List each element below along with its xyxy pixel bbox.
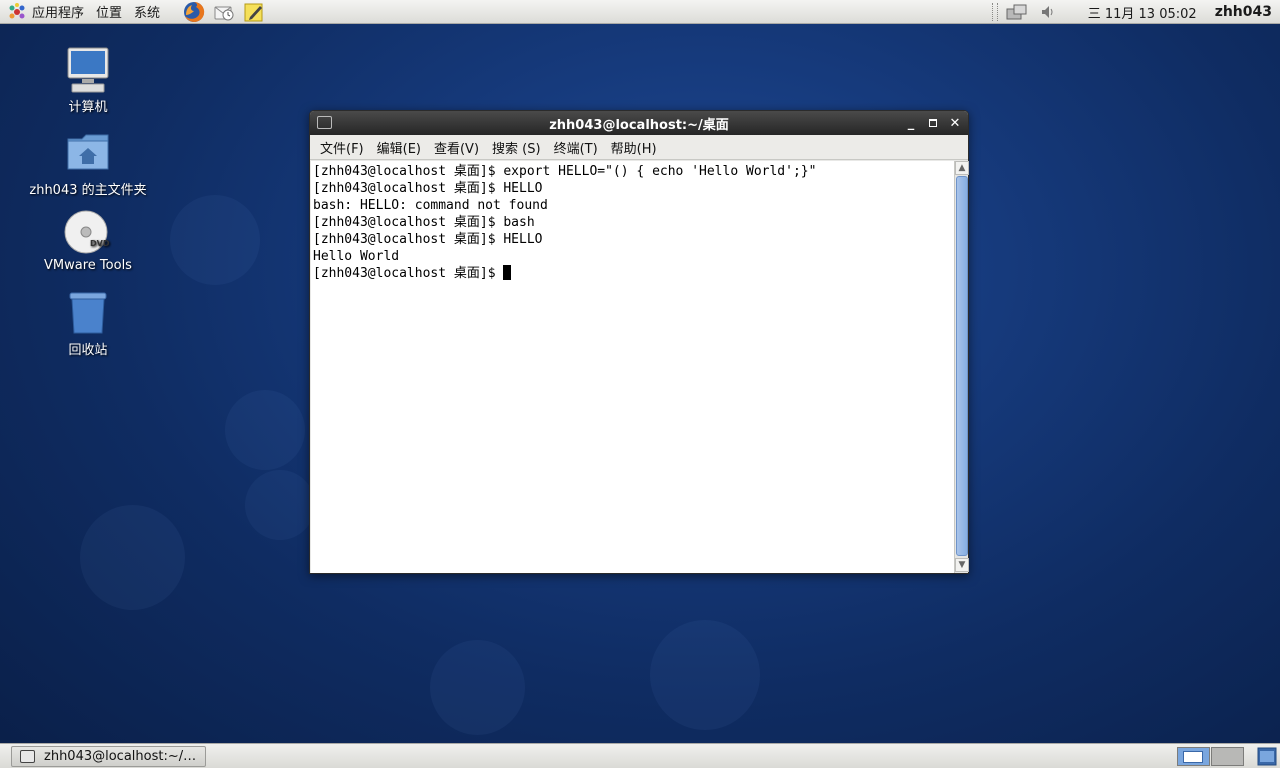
system-menu[interactable]: 系统: [128, 0, 166, 24]
computer-icon: [67, 47, 109, 93]
scroll-down-arrow-icon[interactable]: ▼: [955, 558, 969, 572]
show-desktop-icon[interactable]: [1257, 747, 1277, 766]
wallpaper-bokeh: [80, 505, 185, 610]
menu-terminal[interactable]: 终端(T): [548, 138, 604, 157]
desktop-icon-trash[interactable]: 回收站: [28, 289, 148, 358]
terminal-line: [zhh043@localhost 桌面]$ HELLO: [313, 232, 543, 247]
menu-bar: 文件(F) 编辑(E) 查看(V) 搜索 (S) 终端(T) 帮助(H): [310, 135, 968, 160]
terminal-icon: [317, 116, 332, 129]
workspace-1[interactable]: [1177, 747, 1210, 766]
text-cursor: [503, 265, 512, 280]
terminal-line: [zhh043@localhost 桌面]$ bash: [313, 215, 535, 230]
notes-launcher[interactable]: [242, 0, 266, 24]
wallpaper-bokeh: [245, 470, 315, 540]
places-menu[interactable]: 位置: [90, 0, 128, 24]
wallpaper-bokeh: [430, 640, 525, 735]
desktop-icon-computer[interactable]: 计算机: [28, 46, 148, 115]
mail-launcher[interactable]: [212, 0, 236, 24]
taskbar-button-terminal[interactable]: zhh043@localhost:~/…: [11, 746, 206, 767]
terminal-line: [zhh043@localhost 桌面]$ HELLO: [313, 181, 543, 196]
terminal-window[interactable]: zhh043@localhost:~/桌面 _ ✕ 文件(F) 编辑(E) 查看…: [309, 110, 969, 574]
scroll-thumb[interactable]: [956, 176, 968, 556]
menu-view[interactable]: 查看(V): [428, 138, 485, 157]
dvd-disc-icon: DVD: [64, 210, 110, 254]
desktop-icon-label: 计算机: [68, 100, 108, 115]
menu-help[interactable]: 帮助(H): [605, 138, 663, 157]
workspace-window-preview: [1183, 751, 1203, 763]
applications-menu-label: 应用程序: [32, 6, 85, 21]
network-icon[interactable]: [1006, 3, 1028, 21]
firefox-icon: [184, 1, 205, 22]
taskbar-button-label: zhh043@localhost:~/…: [44, 749, 197, 764]
wallpaper-bokeh: [170, 195, 260, 285]
terminal-output[interactable]: [zhh043@localhost 桌面]$ export HELLO="() …: [311, 161, 954, 573]
bottom-panel: zhh043@localhost:~/…: [0, 743, 1280, 768]
menu-search[interactable]: 搜索 (S): [486, 138, 547, 157]
desktop-icon-vmware-tools[interactable]: DVD VMware Tools: [28, 208, 148, 273]
close-button[interactable]: ✕: [946, 114, 964, 132]
home-folder-icon: [67, 134, 109, 170]
terminal-icon: [20, 750, 35, 763]
terminal-line: bash: HELLO: command not found: [313, 198, 548, 213]
system-menu-label: 系统: [134, 6, 161, 21]
vertical-scrollbar[interactable]: ▲ ▼: [954, 161, 969, 573]
wallpaper-bokeh: [225, 390, 305, 470]
desktop-icon-label: zhh043 的主文件夹: [29, 183, 147, 198]
volume-icon[interactable]: [1040, 3, 1056, 21]
terminal-line: [zhh043@localhost 桌面]$ export HELLO="() …: [313, 164, 817, 179]
note-pencil-icon: [244, 3, 263, 21]
maximize-button[interactable]: [924, 114, 942, 132]
desktop-icon-label: 回收站: [68, 343, 108, 358]
firefox-launcher[interactable]: [182, 0, 206, 24]
svg-text:DVD: DVD: [90, 239, 110, 248]
desktop-icon-home-folder[interactable]: zhh043 的主文件夹: [28, 129, 148, 198]
mail-clock-icon: [214, 6, 234, 20]
minimize-button[interactable]: _: [902, 114, 920, 132]
user-name[interactable]: zhh043: [1215, 4, 1272, 20]
prompt-text: [zhh043@localhost 桌面]$: [313, 266, 504, 281]
clock[interactable]: 三 11月 13 05:02: [1088, 3, 1197, 22]
title-bar[interactable]: zhh043@localhost:~/桌面 _ ✕: [310, 111, 968, 135]
menu-file[interactable]: 文件(F): [314, 138, 370, 157]
gnome-foot-icon: [9, 2, 25, 18]
scroll-up-arrow-icon[interactable]: ▲: [955, 161, 969, 175]
places-menu-label: 位置: [96, 6, 123, 21]
desktop-icon-label: VMware Tools: [44, 258, 132, 273]
wallpaper-bokeh: [650, 620, 760, 730]
workspace-2[interactable]: [1211, 747, 1244, 766]
panel-separator: [991, 3, 998, 21]
window-title: zhh043@localhost:~/桌面: [549, 117, 729, 133]
terminal-prompt-line[interactable]: [zhh043@localhost 桌面]$: [313, 265, 954, 282]
top-panel: 应用程序 位置 系统 三 11月 13 05:02 zhh043: [0, 0, 1280, 24]
terminal-line: Hello World: [313, 249, 400, 264]
maximize-icon: [929, 119, 937, 127]
trash-icon: [69, 292, 107, 334]
menu-edit[interactable]: 编辑(E): [371, 138, 427, 157]
applications-menu[interactable]: 应用程序: [0, 0, 90, 24]
